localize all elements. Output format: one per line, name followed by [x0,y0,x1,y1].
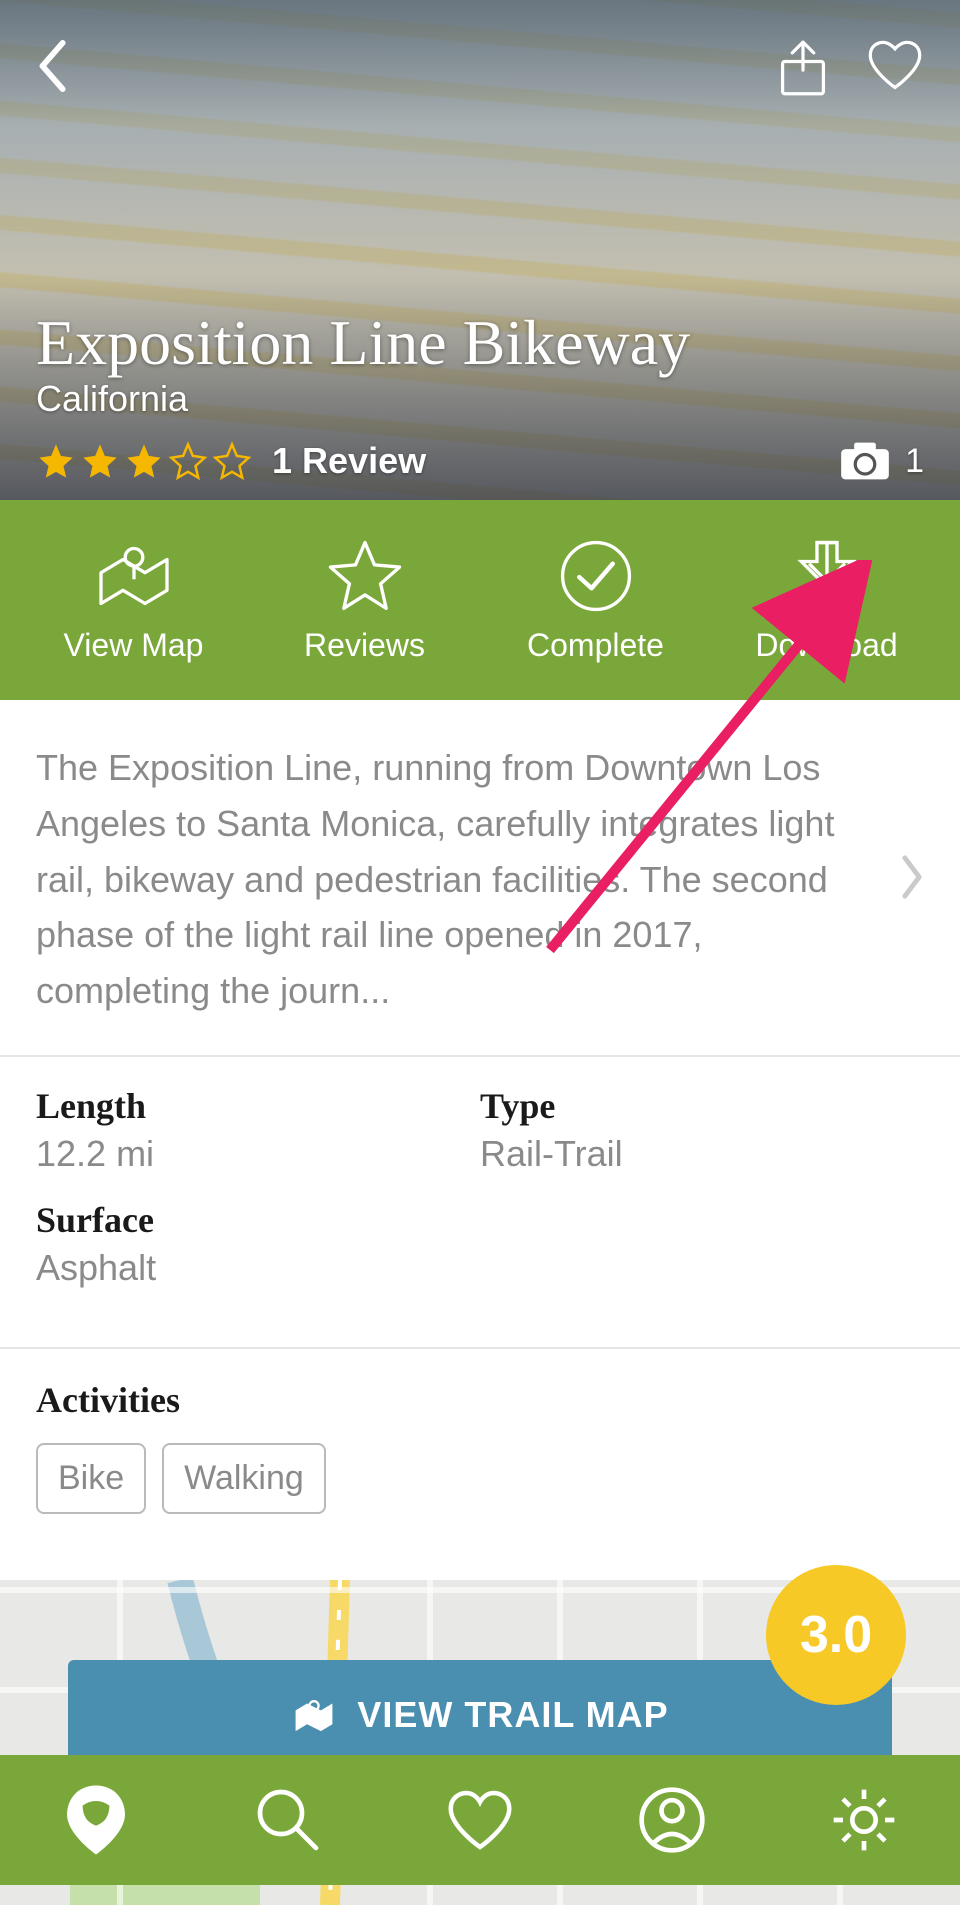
download-action[interactable]: Download [711,537,942,664]
star-icon [326,537,404,615]
camera-icon [839,440,891,482]
download-icon [788,537,866,615]
heart-icon [866,40,924,92]
description-section[interactable]: The Exposition Line, running from Downto… [0,700,960,1057]
gear-icon [829,1785,899,1855]
trail-title: Exposition Line Bikeway [36,306,690,380]
rating-badge-value: 3.0 [800,1605,872,1665]
action-bar: View Map Reviews Complete Download [0,500,960,700]
star-icon [80,441,120,481]
share-button[interactable] [776,40,830,103]
stat-value: 12.2 mi [36,1133,480,1175]
heart-icon [444,1788,516,1852]
stat-surface: Surface Asphalt [36,1199,480,1289]
stat-label: Surface [36,1199,480,1241]
rating-row[interactable]: 1 Review [36,440,426,482]
reviews-action[interactable]: Reviews [249,537,480,664]
bottom-nav [0,1755,960,1885]
stat-label: Type [480,1085,924,1127]
stat-length: Length 12.2 mi [36,1085,480,1175]
star-rating [36,441,252,481]
description-text: The Exposition Line, running from Downto… [36,740,880,1019]
stat-label: Length [36,1085,480,1127]
nav-settings[interactable] [768,1755,960,1885]
stats-section: Length 12.2 mi Type Rail-Trail Surface A… [0,1057,960,1349]
activities-label: Activities [36,1379,924,1421]
star-icon [124,441,164,481]
photo-count: 1 [905,442,924,481]
chevron-right-icon [900,855,924,904]
stat-value: Asphalt [36,1247,480,1289]
map-pin-icon [90,537,178,615]
nav-profile[interactable] [576,1755,768,1885]
star-outline-icon [212,441,252,481]
photo-count-button[interactable]: 1 [839,440,924,482]
map-icon [291,1694,337,1736]
activity-chip-walking[interactable]: Walking [162,1443,326,1514]
review-count: 1 Review [272,440,426,482]
complete-label: Complete [527,627,664,664]
nav-search[interactable] [192,1755,384,1885]
trail-location: California [36,378,188,420]
activities-section: Activities Bike Walking [0,1349,960,1580]
chevron-left-icon [36,40,72,92]
home-pin-icon [62,1781,130,1859]
download-label: Download [755,627,897,664]
stat-type: Type Rail-Trail [480,1085,924,1175]
nav-favorites[interactable] [384,1755,576,1885]
reviews-label: Reviews [304,627,425,664]
view-map-label: View Map [64,627,204,664]
search-icon [253,1785,323,1855]
rating-badge[interactable]: 3.0 [766,1565,906,1705]
share-icon [776,40,830,98]
complete-action[interactable]: Complete [480,537,711,664]
stat-value: Rail-Trail [480,1133,924,1175]
profile-icon [637,1785,707,1855]
view-trail-map-button[interactable]: VIEW TRAIL MAP [68,1660,892,1770]
back-button[interactable] [36,40,72,103]
check-circle-icon [557,537,635,615]
nav-home[interactable] [0,1755,192,1885]
favorite-button[interactable] [866,40,924,103]
view-map-action[interactable]: View Map [18,537,249,664]
star-icon [36,441,76,481]
activity-chip-bike[interactable]: Bike [36,1443,146,1514]
star-outline-icon [168,441,208,481]
hero-image: Exposition Line Bikeway California 1 Rev… [0,0,960,500]
view-trail-map-label: VIEW TRAIL MAP [357,1694,668,1736]
